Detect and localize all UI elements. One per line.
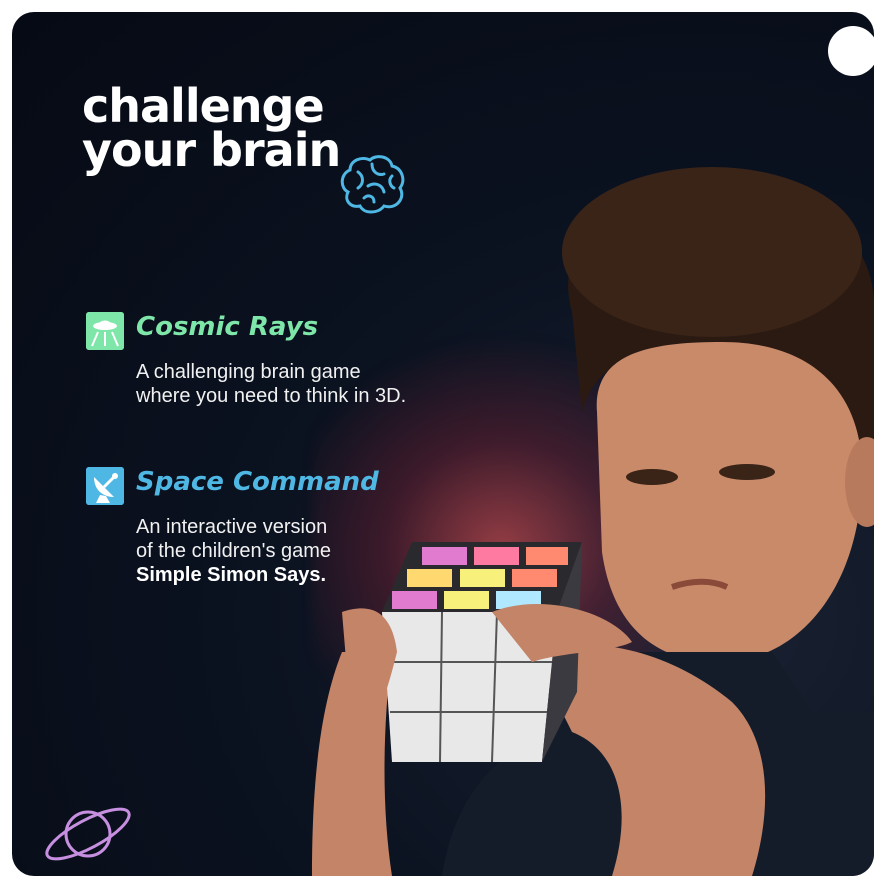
feature-desc-line-2: where you need to think in 3D. xyxy=(136,385,407,407)
feature-heading: Cosmic Rays xyxy=(136,312,319,342)
headline-line-2: your brain xyxy=(82,123,341,177)
headline-line-1: challenge xyxy=(82,79,325,133)
feature-description: A challenging brain game where you need … xyxy=(136,360,496,408)
feature-desc-line-1: A challenging brain game xyxy=(136,361,361,383)
headline: challenge your brain xyxy=(82,79,341,177)
feature-desc-bold: Simple Simon Says. xyxy=(136,564,327,586)
corner-dot xyxy=(828,26,874,76)
ufo-icon xyxy=(86,312,124,350)
brain-icon xyxy=(340,155,405,214)
satellite-dish-icon xyxy=(86,467,124,505)
product-card: challenge your brain Cosmic Rays A chall… xyxy=(12,12,874,876)
feature-desc-line-2: of the children's game xyxy=(136,540,332,562)
feature-description: An interactive version of the children's… xyxy=(136,515,496,587)
feature-desc-line-1: An interactive version xyxy=(136,516,328,538)
planet-icon xyxy=(45,807,131,861)
feature-heading: Space Command xyxy=(136,467,379,497)
